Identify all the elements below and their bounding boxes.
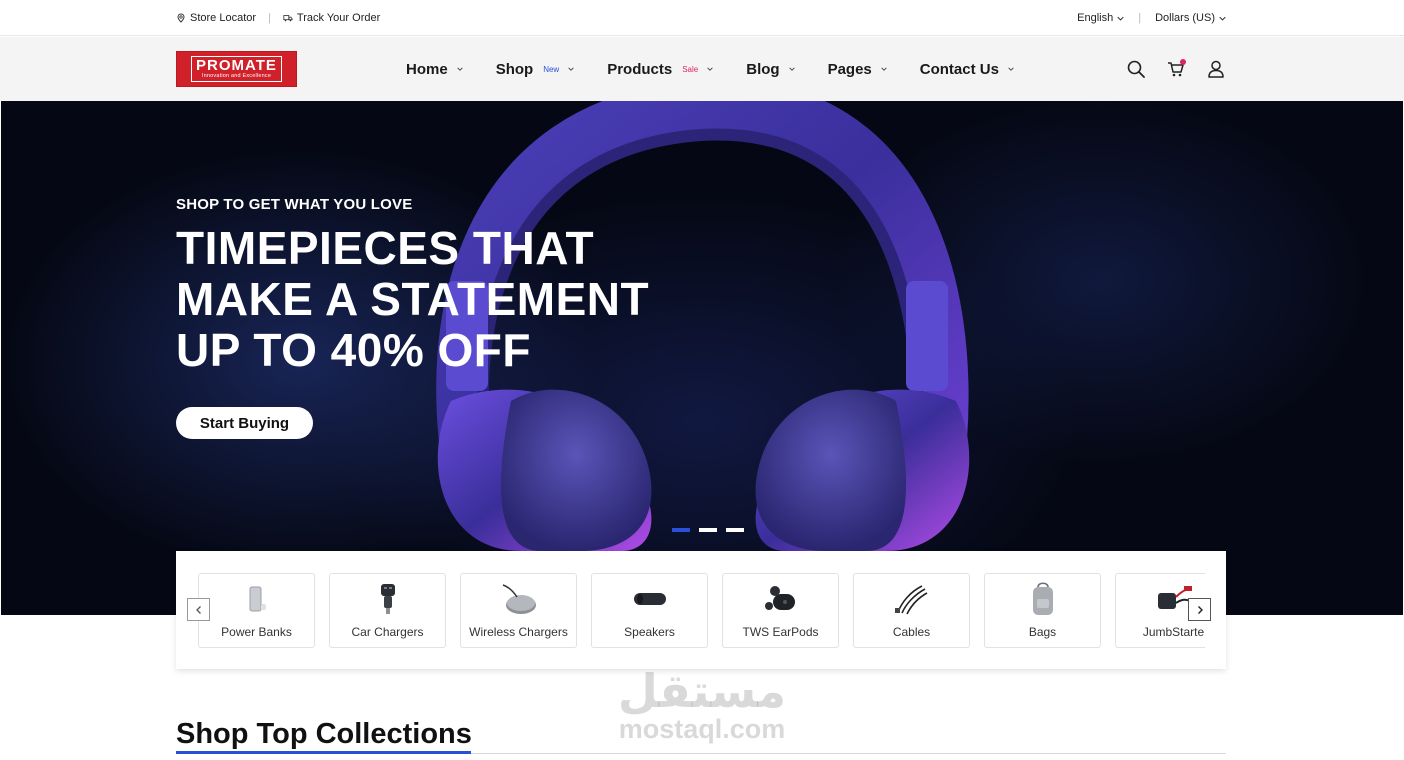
logo-wordmark: PROMATE (196, 57, 277, 74)
nav-label: Blog (746, 60, 780, 78)
topbar-right: English | Dollars (US) (1077, 0, 1226, 36)
nav-item-shop[interactable]: Shop New (496, 61, 576, 78)
power-bank-icon (199, 580, 314, 618)
language-label: English (1077, 12, 1114, 24)
chevron-down-icon (881, 67, 887, 71)
chevron-down-icon (1219, 16, 1226, 21)
speaker-icon (592, 580, 707, 618)
wireless-charger-icon (461, 580, 576, 618)
topbar-divider: | (1138, 12, 1142, 24)
chevron-down-icon (1008, 67, 1014, 71)
carousel-prev-button[interactable] (187, 598, 210, 621)
chevron-down-icon (456, 67, 463, 71)
category-card[interactable]: Wireless Chargers (460, 573, 577, 648)
topbar-divider: | (268, 12, 271, 24)
nav-item-products[interactable]: Products Sale (607, 61, 714, 78)
chevron-down-icon (707, 67, 713, 71)
slide-dot-2[interactable] (699, 528, 717, 532)
category-card[interactable]: Power Banks (198, 573, 315, 648)
chevron-down-icon (568, 67, 574, 71)
category-label: JumbStarte (1142, 625, 1205, 639)
track-order-label: Track Your Order (296, 12, 381, 24)
category-label: Cables (892, 625, 931, 639)
nav-item-home[interactable]: Home (406, 61, 464, 78)
main-header: PROMATE Innovation and Excellence Home S… (0, 37, 1404, 101)
hero-headline-line: TIMEPIECES THAT (176, 222, 595, 274)
nav-label: Contact Us (919, 60, 999, 78)
currency-label: Dollars (US) (1155, 12, 1215, 24)
category-card[interactable]: Speakers (591, 573, 708, 648)
section-title-underline (176, 751, 471, 754)
logo-tagline: Innovation and Excellence (201, 73, 272, 79)
main-nav: Home Shop New Products Sale Blog Pages C… (406, 37, 1047, 101)
top-utility-bar: Store Locator | Track Your Order English… (0, 0, 1404, 36)
watermark-arabic: مستقل (617, 665, 787, 717)
store-locator-link[interactable]: Store Locator (176, 12, 256, 24)
cart-count-dot (1180, 59, 1186, 65)
track-order-link[interactable]: Track Your Order (283, 12, 380, 24)
slider-pagination (672, 528, 744, 532)
nav-item-blog[interactable]: Blog (746, 61, 795, 78)
chevron-down-icon (1117, 16, 1124, 21)
nav-label: Products (607, 60, 673, 78)
start-buying-button[interactable]: Start Buying (176, 407, 313, 439)
promate-logo[interactable]: PROMATE Innovation and Excellence (176, 51, 297, 87)
car-charger-icon (330, 580, 445, 618)
topbar-left: Store Locator | Track Your Order (176, 0, 380, 36)
earpods-icon (723, 580, 838, 618)
mostaql-watermark: مستقل mostaql.com (616, 668, 788, 744)
currency-selector[interactable]: Dollars (US) (1155, 12, 1226, 24)
watermark-latin: mostaql.com (618, 714, 786, 744)
truck-icon (283, 15, 293, 22)
nav-item-pages[interactable]: Pages (828, 61, 888, 78)
hero-headline-line: UP TO 40% OFF (176, 324, 532, 376)
category-card[interactable]: Bags (984, 573, 1101, 648)
cable-icon (854, 580, 969, 618)
slide-dot-1[interactable] (672, 528, 690, 532)
language-selector[interactable]: English (1077, 12, 1124, 24)
category-label: Car Chargers (351, 625, 424, 639)
category-carousel: Power Banks Car Chargers Wireless Charge… (176, 551, 1226, 669)
section-title: Shop Top Collections (176, 718, 472, 750)
chevron-down-icon (788, 67, 795, 71)
hero-headline-line: MAKE A STATEMENT (176, 273, 650, 325)
category-label: Wireless Chargers (469, 625, 568, 639)
new-badge: New (543, 64, 560, 74)
category-label: TWS EarPods (742, 625, 819, 639)
bag-icon (985, 580, 1100, 618)
category-card[interactable]: Cables (853, 573, 970, 648)
category-card[interactable]: TWS EarPods (722, 573, 839, 648)
chevron-right-icon (1197, 605, 1203, 614)
hero-banner: SHOP TO GET WHAT YOU LOVE TIMEPIECES THA… (1, 101, 1403, 615)
category-label: Power Banks (221, 625, 292, 639)
slide-dot-3[interactable] (726, 528, 744, 532)
category-card[interactable]: Car Chargers (329, 573, 446, 648)
nav-label: Home (406, 60, 448, 78)
carousel-next-button[interactable] (1188, 598, 1211, 621)
location-pin-icon (177, 13, 185, 23)
user-icon[interactable] (1206, 59, 1226, 79)
category-label: Bags (1028, 625, 1057, 639)
hero-eyebrow: SHOP TO GET WHAT YOU LOVE (176, 196, 413, 213)
category-track: Power Banks Car Chargers Wireless Charge… (198, 573, 1205, 649)
logo-frame: PROMATE Innovation and Excellence (191, 56, 282, 82)
nav-item-contact-us[interactable]: Contact Us (920, 61, 1015, 78)
chevron-left-icon (195, 605, 201, 614)
store-locator-label: Store Locator (190, 12, 257, 24)
nav-label: Shop (495, 60, 534, 78)
search-icon[interactable] (1126, 59, 1146, 79)
sale-badge: Sale (682, 64, 699, 74)
cart-button[interactable] (1166, 59, 1186, 79)
hero-headline: TIMEPIECES THAT MAKE A STATEMENT UP TO 4… (176, 223, 649, 376)
category-label: Speakers (624, 625, 675, 639)
nav-label: Pages (827, 60, 872, 78)
header-actions (1126, 37, 1226, 101)
